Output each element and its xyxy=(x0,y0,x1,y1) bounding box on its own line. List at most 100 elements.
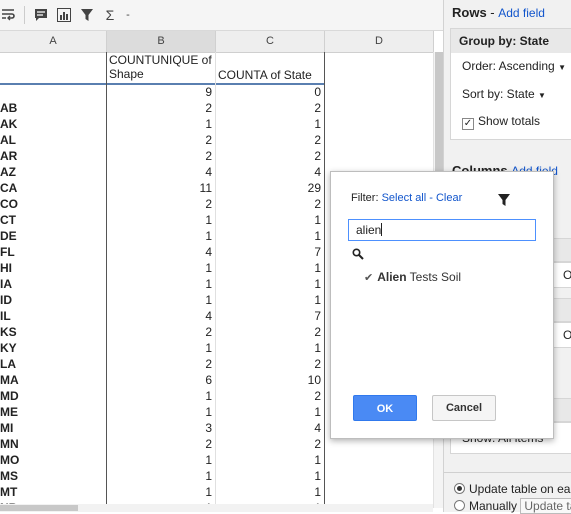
countunique-cell[interactable]: 2 xyxy=(107,436,212,452)
column-header-c[interactable]: C xyxy=(216,31,325,53)
state-cell[interactable]: KS xyxy=(0,324,104,340)
counta-cell[interactable]: 2 xyxy=(216,436,321,452)
countunique-cell[interactable]: 1 xyxy=(107,484,212,500)
ok-button[interactable]: OK xyxy=(353,395,417,421)
counta-cell[interactable]: 1 xyxy=(216,452,321,468)
update-manual-option[interactable]: Manually Update ta xyxy=(454,498,571,514)
counta-cell[interactable]: 7 xyxy=(216,308,321,324)
countunique-cell[interactable]: 11 xyxy=(107,180,212,196)
state-cell[interactable]: IL xyxy=(0,308,104,324)
column-header-d[interactable]: D xyxy=(325,31,434,53)
state-cell[interactable]: CA xyxy=(0,180,104,196)
order-dropdown[interactable]: Order: Ascending ▼ xyxy=(462,59,566,73)
counta-cell[interactable]: 2 xyxy=(216,324,321,340)
state-cell[interactable]: IA xyxy=(0,276,104,292)
countunique-cell[interactable]: 2 xyxy=(107,132,212,148)
state-cell[interactable]: KY xyxy=(0,340,104,356)
filter-search-input[interactable]: alien xyxy=(348,219,536,241)
state-cell[interactable]: AK xyxy=(0,116,104,132)
countunique-cell[interactable]: 1 xyxy=(107,340,212,356)
cancel-button[interactable]: Cancel xyxy=(432,395,496,421)
sigma-icon[interactable]: Σ xyxy=(102,7,118,23)
filter-icon[interactable] xyxy=(79,7,95,23)
counta-cell[interactable]: 1 xyxy=(216,340,321,356)
state-cell[interactable]: MT xyxy=(0,484,104,500)
countunique-cell[interactable]: 4 xyxy=(107,164,212,180)
state-cell[interactable]: AR xyxy=(0,148,104,164)
countunique-cell[interactable]: 1 xyxy=(107,116,212,132)
countunique-cell[interactable]: 1 xyxy=(107,388,212,404)
state-cell[interactable]: FL xyxy=(0,244,104,260)
counta-cell[interactable]: 1 xyxy=(216,276,321,292)
countunique-cell[interactable]: 9 xyxy=(107,84,212,100)
comment-icon[interactable] xyxy=(33,7,49,23)
counta-cell[interactable]: 4 xyxy=(216,420,321,436)
counta-cell[interactable]: 2 xyxy=(216,100,321,116)
counta-cell[interactable]: 2 xyxy=(216,132,321,148)
countunique-cell[interactable]: 1 xyxy=(107,452,212,468)
counta-cell[interactable]: 0 xyxy=(216,84,321,100)
more-menu[interactable]: - xyxy=(120,7,136,23)
countunique-cell[interactable]: 1 xyxy=(107,276,212,292)
select-all-link[interactable]: Select all xyxy=(382,192,427,204)
counta-cell[interactable]: 1 xyxy=(216,404,321,420)
horizontal-scrollbar[interactable] xyxy=(0,504,433,512)
table-row[interactable]: MO 1 1 xyxy=(0,452,433,468)
update-manual-radio[interactable] xyxy=(454,500,465,511)
table-row[interactable]: AR 2 2 xyxy=(0,148,433,164)
state-cell[interactable]: LA xyxy=(0,356,104,372)
countunique-cell[interactable]: 4 xyxy=(107,244,212,260)
state-cell[interactable]: AL xyxy=(0,132,104,148)
show-totals-toggle[interactable]: ✓ Show totals xyxy=(462,114,540,130)
filter-list-item[interactable]: ✔ Alien Tests Soil xyxy=(364,270,461,284)
counta-cell[interactable]: 2 xyxy=(216,196,321,212)
state-cell[interactable]: MD xyxy=(0,388,104,404)
counta-cell[interactable]: 7 xyxy=(216,244,321,260)
column-header-b[interactable]: B xyxy=(107,31,216,53)
state-cell[interactable]: ME xyxy=(0,404,104,420)
counta-cell[interactable]: 2 xyxy=(216,388,321,404)
pivot-blank-row[interactable]: 90 xyxy=(0,84,433,100)
clear-link[interactable]: Clear xyxy=(436,192,462,204)
table-row[interactable]: AK 1 1 xyxy=(0,116,433,132)
state-cell[interactable]: AZ xyxy=(0,164,104,180)
countunique-cell[interactable]: 1 xyxy=(107,292,212,308)
table-row[interactable]: AB 2 2 xyxy=(0,100,433,116)
countunique-cell[interactable]: 1 xyxy=(107,404,212,420)
state-cell[interactable]: CO xyxy=(0,196,104,212)
counta-cell[interactable]: 1 xyxy=(216,484,321,500)
countunique-cell[interactable]: 1 xyxy=(107,260,212,276)
table-row[interactable]: AL 2 2 xyxy=(0,132,433,148)
counta-cell[interactable]: 4 xyxy=(216,164,321,180)
countunique-cell[interactable]: 2 xyxy=(107,100,212,116)
state-cell[interactable]: HI xyxy=(0,260,104,276)
countunique-cell[interactable]: 2 xyxy=(107,356,212,372)
countunique-cell[interactable]: 4 xyxy=(107,308,212,324)
counta-cell[interactable]: 29 xyxy=(216,180,321,196)
state-cell[interactable]: DE xyxy=(0,228,104,244)
countunique-cell[interactable]: 2 xyxy=(107,148,212,164)
pivot-header-countunique[interactable]: COUNTUNIQUE of Shape xyxy=(109,53,215,85)
counta-cell[interactable]: 1 xyxy=(216,116,321,132)
countunique-cell[interactable]: 1 xyxy=(107,212,212,228)
state-cell[interactable]: AB xyxy=(0,100,104,116)
countunique-cell[interactable]: 3 xyxy=(107,420,212,436)
show-totals-checkbox[interactable]: ✓ xyxy=(462,118,474,130)
counta-cell[interactable]: 1 xyxy=(216,212,321,228)
chart-icon[interactable] xyxy=(56,7,72,23)
countunique-cell[interactable]: 2 xyxy=(107,196,212,212)
state-cell[interactable]: MA xyxy=(0,372,104,388)
state-cell[interactable]: MI xyxy=(0,420,104,436)
group-by-heading[interactable]: Group by: State xyxy=(451,29,571,53)
state-cell[interactable]: MO xyxy=(0,452,104,468)
rows-add-field-link[interactable]: Add field xyxy=(498,6,545,20)
wrap-icon[interactable] xyxy=(0,7,16,23)
counta-cell[interactable]: 10 xyxy=(216,372,321,388)
table-row[interactable]: MT 1 1 xyxy=(0,484,433,500)
counta-cell[interactable]: 2 xyxy=(216,356,321,372)
counta-cell[interactable]: 2 xyxy=(216,148,321,164)
state-cell[interactable] xyxy=(0,84,104,100)
state-cell[interactable]: MN xyxy=(0,436,104,452)
table-row[interactable]: MS 1 1 xyxy=(0,468,433,484)
state-cell[interactable]: CT xyxy=(0,212,104,228)
